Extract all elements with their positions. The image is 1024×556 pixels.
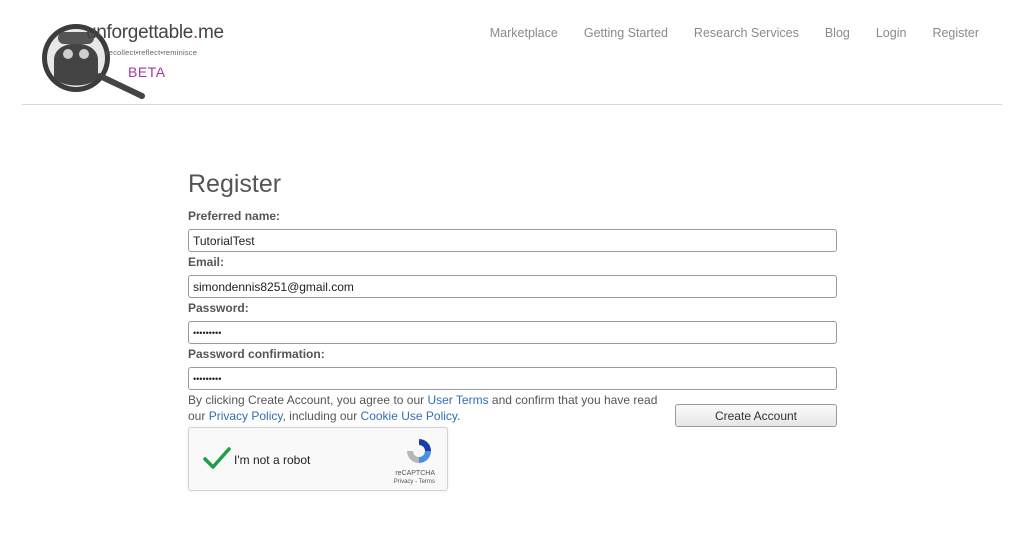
- preferred-name-input[interactable]: [188, 229, 837, 252]
- tagline: recollect•reflect•reminisce: [106, 48, 198, 57]
- recaptcha-logo-icon: [407, 439, 431, 463]
- brand-name[interactable]: unforgettable.me: [86, 22, 224, 44]
- create-account-button[interactable]: Create Account: [675, 404, 837, 427]
- recaptcha-links[interactable]: Privacy - Terms: [394, 479, 435, 485]
- nav-marketplace[interactable]: Marketplace: [490, 26, 558, 40]
- main-nav: Marketplace Getting Started Research Ser…: [490, 26, 979, 40]
- nav-research-services[interactable]: Research Services: [694, 26, 799, 40]
- cookie-use-policy-link[interactable]: Cookie Use Policy: [361, 409, 457, 423]
- preferred-name-label: Preferred name:: [188, 209, 281, 223]
- terms-text: By clicking Create Account, you agree to…: [188, 393, 658, 423]
- email-label: Email:: [188, 255, 225, 269]
- nav-getting-started[interactable]: Getting Started: [584, 26, 668, 40]
- site-header: unforgettable.me recollect•reflect•remin…: [0, 0, 1024, 106]
- nav-blog[interactable]: Blog: [825, 26, 850, 40]
- password-confirmation-input[interactable]: [188, 367, 837, 390]
- checkmark-icon[interactable]: [203, 446, 231, 470]
- privacy-policy-link[interactable]: Privacy Policy: [209, 409, 283, 423]
- email-input[interactable]: [188, 275, 837, 298]
- header-divider: [22, 104, 1002, 105]
- password-label: Password:: [188, 301, 249, 315]
- nav-login[interactable]: Login: [876, 26, 907, 40]
- beta-badge: BETA: [128, 64, 166, 80]
- not-robot-label: I'm not a robot: [234, 453, 311, 467]
- page-title: Register: [188, 170, 282, 198]
- password-input[interactable]: [188, 321, 837, 344]
- user-terms-link[interactable]: User Terms: [427, 393, 488, 407]
- recaptcha-widget: I'm not a robot reCAPTCHA Privacy - Term…: [188, 427, 448, 491]
- recaptcha-brand: reCAPTCHA: [395, 470, 435, 477]
- password-confirmation-label: Password confirmation:: [188, 347, 325, 361]
- register-form: Register Preferred name: Email: Password…: [188, 168, 838, 427]
- terms-row: By clicking Create Account, you agree to…: [188, 392, 838, 427]
- nav-register[interactable]: Register: [932, 26, 979, 40]
